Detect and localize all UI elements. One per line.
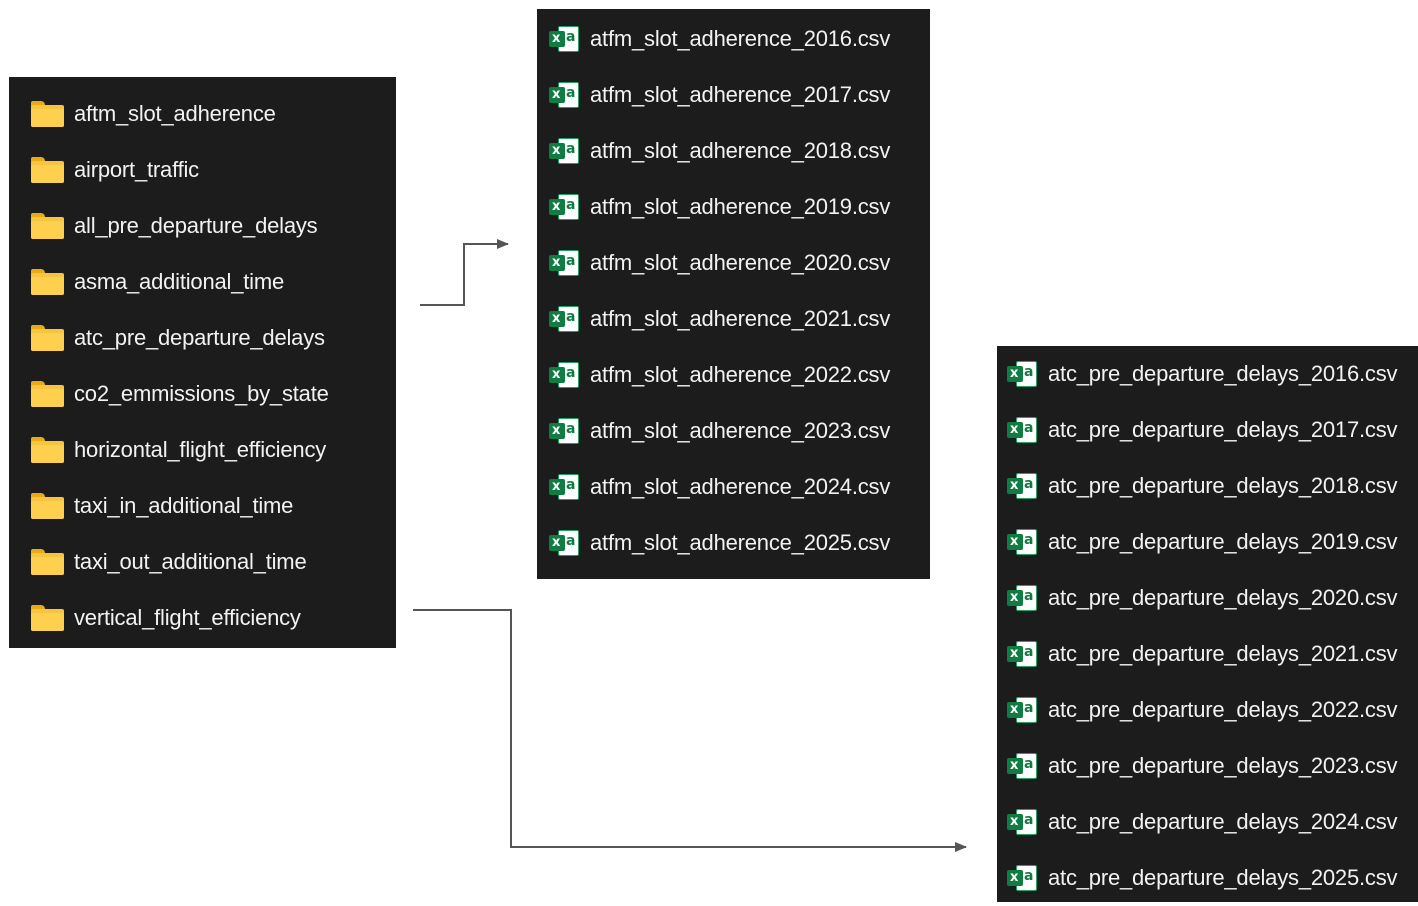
folder-icon bbox=[31, 269, 64, 295]
file-name: atfm_slot_adherence_2019.csv bbox=[590, 194, 891, 219]
excel-csv-icon: ax bbox=[549, 25, 580, 53]
excel-csv-icon: ax bbox=[1007, 528, 1038, 556]
folder-list-panel: aftm_slot_adherence airport_traffic all_… bbox=[9, 77, 396, 648]
file-name: atfm_slot_adherence_2017.csv bbox=[590, 82, 891, 107]
folder-icon bbox=[31, 437, 64, 463]
folder-icon bbox=[31, 493, 64, 519]
folder-icon bbox=[31, 381, 64, 407]
file-item[interactable]: ax atfm_slot_adherence_2019.csv bbox=[537, 179, 930, 235]
file-name: atc_pre_departure_delays_2019.csv bbox=[1048, 529, 1398, 554]
folder-icon bbox=[31, 213, 64, 239]
file-name: atc_pre_departure_delays_2023.csv bbox=[1048, 753, 1398, 778]
folder-name: all_pre_departure_delays bbox=[74, 213, 318, 238]
file-item[interactable]: ax atfm_slot_adherence_2016.csv bbox=[537, 11, 930, 67]
folder-item[interactable]: co2_emmissions_by_state bbox=[9, 366, 396, 422]
excel-csv-icon: ax bbox=[1007, 472, 1038, 500]
file-name: atfm_slot_adherence_2025.csv bbox=[590, 530, 891, 555]
excel-csv-icon: ax bbox=[1007, 416, 1038, 444]
atc-file-list-panel: ax atc_pre_departure_delays_2016.csv ax … bbox=[997, 346, 1418, 902]
file-item[interactable]: ax atc_pre_departure_delays_2021.csv bbox=[997, 626, 1418, 682]
file-item[interactable]: ax atc_pre_departure_delays_2024.csv bbox=[997, 794, 1418, 850]
file-name: atfm_slot_adherence_2018.csv bbox=[590, 138, 891, 163]
excel-csv-icon: ax bbox=[549, 137, 580, 165]
folder-item[interactable]: vertical_flight_efficiency bbox=[9, 590, 396, 646]
folder-icon bbox=[31, 101, 64, 127]
excel-csv-icon: ax bbox=[549, 417, 580, 445]
excel-csv-icon: ax bbox=[1007, 696, 1038, 724]
folder-name: horizontal_flight_efficiency bbox=[74, 437, 327, 462]
folder-icon bbox=[31, 605, 64, 631]
folder-item[interactable]: asma_additional_time bbox=[9, 254, 396, 310]
file-item[interactable]: ax atfm_slot_adherence_2020.csv bbox=[537, 235, 930, 291]
excel-csv-icon: ax bbox=[549, 193, 580, 221]
folder-name: taxi_out_additional_time bbox=[74, 549, 307, 574]
folder-name: taxi_in_additional_time bbox=[74, 493, 294, 518]
file-item[interactable]: ax atc_pre_departure_delays_2022.csv bbox=[997, 682, 1418, 738]
excel-csv-icon: ax bbox=[549, 529, 580, 557]
file-name: atc_pre_departure_delays_2022.csv bbox=[1048, 697, 1398, 722]
file-item[interactable]: ax atc_pre_departure_delays_2016.csv bbox=[997, 346, 1418, 402]
excel-csv-icon: ax bbox=[1007, 640, 1038, 668]
file-name: atfm_slot_adherence_2020.csv bbox=[590, 250, 891, 275]
file-item[interactable]: ax atfm_slot_adherence_2018.csv bbox=[537, 123, 930, 179]
file-item[interactable]: ax atc_pre_departure_delays_2017.csv bbox=[997, 402, 1418, 458]
file-item[interactable]: ax atfm_slot_adherence_2023.csv bbox=[537, 403, 930, 459]
file-name: atc_pre_departure_delays_2016.csv bbox=[1048, 361, 1398, 386]
file-name: atfm_slot_adherence_2021.csv bbox=[590, 306, 891, 331]
file-item[interactable]: ax atc_pre_departure_delays_2018.csv bbox=[997, 458, 1418, 514]
folder-name: airport_traffic bbox=[74, 157, 199, 182]
file-item[interactable]: ax atc_pre_departure_delays_2023.csv bbox=[997, 738, 1418, 794]
folder-item[interactable]: airport_traffic bbox=[9, 142, 396, 198]
excel-csv-icon: ax bbox=[1007, 808, 1038, 836]
folder-name: aftm_slot_adherence bbox=[74, 101, 276, 126]
folder-name: atc_pre_departure_delays bbox=[74, 325, 325, 350]
excel-csv-icon: ax bbox=[549, 81, 580, 109]
file-name: atc_pre_departure_delays_2025.csv bbox=[1048, 865, 1398, 890]
folder-name: vertical_flight_efficiency bbox=[74, 605, 301, 630]
file-item[interactable]: ax atfm_slot_adherence_2025.csv bbox=[537, 515, 930, 571]
excel-csv-icon: ax bbox=[549, 473, 580, 501]
excel-csv-icon: ax bbox=[549, 305, 580, 333]
file-name: atc_pre_departure_delays_2018.csv bbox=[1048, 473, 1398, 498]
file-item[interactable]: ax atc_pre_departure_delays_2020.csv bbox=[997, 570, 1418, 626]
folder-item[interactable]: taxi_out_additional_time bbox=[9, 534, 396, 590]
excel-csv-icon: ax bbox=[1007, 864, 1038, 892]
file-name: atc_pre_departure_delays_2017.csv bbox=[1048, 417, 1398, 442]
excel-csv-icon: ax bbox=[1007, 360, 1038, 388]
file-item[interactable]: ax atfm_slot_adherence_2021.csv bbox=[537, 291, 930, 347]
file-name: atc_pre_departure_delays_2024.csv bbox=[1048, 809, 1398, 834]
folder-item[interactable]: all_pre_departure_delays bbox=[9, 198, 396, 254]
file-name: atc_pre_departure_delays_2021.csv bbox=[1048, 641, 1398, 666]
file-item[interactable]: ax atfm_slot_adherence_2024.csv bbox=[537, 459, 930, 515]
file-item[interactable]: ax atc_pre_departure_delays_2019.csv bbox=[997, 514, 1418, 570]
folder-item[interactable]: aftm_slot_adherence bbox=[9, 86, 396, 142]
excel-csv-icon: ax bbox=[549, 361, 580, 389]
file-name: atfm_slot_adherence_2023.csv bbox=[590, 418, 891, 443]
file-name: atfm_slot_adherence_2024.csv bbox=[590, 474, 891, 499]
file-item[interactable]: ax atc_pre_departure_delays_2025.csv bbox=[997, 850, 1418, 906]
excel-csv-icon: ax bbox=[1007, 584, 1038, 612]
file-item[interactable]: ax atfm_slot_adherence_2022.csv bbox=[537, 347, 930, 403]
folder-item[interactable]: atc_pre_departure_delays bbox=[9, 310, 396, 366]
folder-item[interactable]: horizontal_flight_efficiency bbox=[9, 422, 396, 478]
folder-name: co2_emmissions_by_state bbox=[74, 381, 329, 406]
folder-name: asma_additional_time bbox=[74, 269, 285, 294]
file-name: atc_pre_departure_delays_2020.csv bbox=[1048, 585, 1398, 610]
folder-icon bbox=[31, 157, 64, 183]
atfm-file-list-panel: ax atfm_slot_adherence_2016.csv ax atfm_… bbox=[537, 9, 930, 579]
folder-item[interactable]: taxi_in_additional_time bbox=[9, 478, 396, 534]
excel-csv-icon: ax bbox=[1007, 752, 1038, 780]
arrow-to-atfm-files bbox=[420, 239, 509, 306]
file-item[interactable]: ax atfm_slot_adherence_2017.csv bbox=[537, 67, 930, 123]
folder-icon bbox=[31, 325, 64, 351]
excel-csv-icon: ax bbox=[549, 249, 580, 277]
arrow-to-atc-files bbox=[413, 609, 967, 852]
file-name: atfm_slot_adherence_2022.csv bbox=[590, 362, 891, 387]
folder-icon bbox=[31, 549, 64, 575]
file-name: atfm_slot_adherence_2016.csv bbox=[590, 26, 891, 51]
